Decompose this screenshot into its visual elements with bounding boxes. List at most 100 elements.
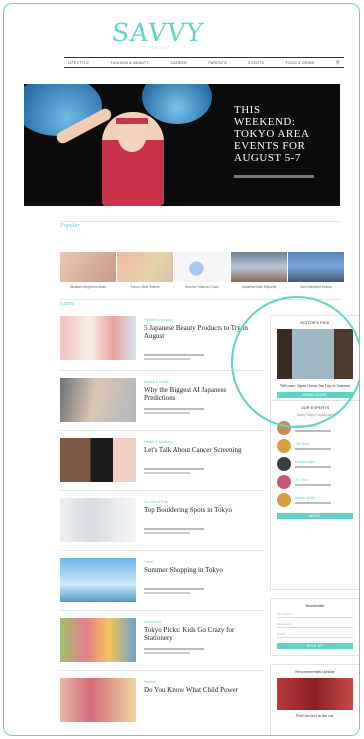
article-category[interactable]: Travel bbox=[144, 560, 154, 564]
popular-thumb bbox=[231, 252, 287, 282]
article-thumb bbox=[60, 558, 136, 602]
expert-item[interactable]: Tim Ward bbox=[277, 439, 353, 453]
site-logo[interactable]: SAVVY TOKYO bbox=[110, 18, 206, 54]
logo-text: SAVVY bbox=[110, 18, 206, 47]
article-date bbox=[144, 592, 190, 594]
newsletter-signup-button[interactable]: SIGN UP bbox=[277, 643, 353, 649]
avatar bbox=[277, 457, 291, 471]
article-byline bbox=[144, 528, 204, 530]
newsletter-heading: Newsletter bbox=[305, 603, 325, 608]
expert-item[interactable]: Kanako Sato bbox=[277, 457, 353, 471]
article-card[interactable]: Do, See & Play Top Bouldering Spots in T… bbox=[60, 498, 260, 550]
expert-item[interactable]: Naomi Smith bbox=[277, 493, 353, 507]
article-date bbox=[144, 412, 190, 414]
recommended-heading: Recommended Article bbox=[295, 669, 335, 674]
popular-caption: Japanese Bath Etiquette bbox=[241, 285, 277, 289]
article-byline bbox=[144, 468, 204, 470]
article-category[interactable]: Health & Wellness bbox=[144, 440, 173, 444]
recommended-image[interactable] bbox=[277, 678, 353, 710]
expert-role bbox=[295, 448, 331, 450]
nav-item-parents[interactable]: PARENTS bbox=[208, 61, 226, 65]
popular-item[interactable]: Summer Makeup Guide bbox=[174, 252, 230, 289]
article-byline bbox=[144, 354, 204, 356]
article-card[interactable]: Parents Do You Know What Child Power bbox=[60, 678, 260, 730]
avatar bbox=[277, 493, 291, 507]
article-title[interactable]: Do You Know What Child Power bbox=[144, 686, 256, 694]
expert-role bbox=[295, 484, 331, 486]
article-byline bbox=[144, 588, 204, 590]
article-byline bbox=[144, 408, 204, 410]
avatar bbox=[277, 439, 291, 453]
last-name-field[interactable]: Last Name bbox=[277, 622, 353, 628]
divider bbox=[60, 430, 264, 431]
nav-item-career[interactable]: CAREER bbox=[171, 61, 187, 65]
article-thumb bbox=[60, 498, 136, 542]
article-title[interactable]: Summer Shopping in Tokyo bbox=[144, 566, 256, 574]
article-thumb bbox=[60, 618, 136, 662]
article-date bbox=[144, 358, 190, 360]
popular-caption: Best Weekend Events bbox=[300, 285, 332, 289]
signup-label: SIGN UP bbox=[306, 644, 324, 648]
experts-box: OUR EXPERTS Savvy Tokyo Contributors Sop… bbox=[270, 400, 359, 590]
first-name-field[interactable]: First Name bbox=[277, 612, 353, 618]
article-byline bbox=[144, 648, 204, 650]
article-title[interactable]: Top Bouldering Spots in Tokyo bbox=[144, 506, 256, 514]
recommended-caption[interactable]: Find the best in the city bbox=[277, 713, 353, 718]
hero-face bbox=[118, 122, 146, 152]
article-thumb bbox=[60, 378, 136, 422]
newsletter-box: Newsletter First Name Last Name Email SI… bbox=[270, 598, 359, 656]
recommended-box: Recommended Article Find the best in the… bbox=[270, 664, 359, 735]
divider bbox=[60, 490, 264, 491]
main-nav: LIFESTYLE FASHION & BEAUTY CAREER PARENT… bbox=[64, 57, 344, 68]
article-date bbox=[144, 532, 190, 534]
highlight-circle bbox=[231, 296, 359, 428]
hero-headband bbox=[116, 118, 148, 124]
popular-item[interactable]: Tokyo's Best Sweets bbox=[117, 252, 173, 289]
hero-banner[interactable]: THIS WEEKEND: TOKYO AREA EVENTS FOR AUGU… bbox=[24, 84, 340, 206]
popular-caption: Tokyo's Best Sweets bbox=[130, 285, 160, 289]
nav-item-events[interactable]: EVENTS bbox=[248, 61, 264, 65]
expert-role bbox=[295, 430, 331, 432]
popular-item[interactable]: Best Weekend Events bbox=[288, 252, 344, 289]
nav-item-food[interactable]: FOOD & DRINK bbox=[286, 61, 315, 65]
more-experts-button[interactable]: MORE bbox=[277, 513, 353, 519]
nav-item-fashion[interactable]: FASHION & BEAUTY bbox=[111, 61, 149, 65]
expert-name: Tim Ward bbox=[295, 442, 310, 446]
expert-name: Jin Oka bbox=[295, 478, 307, 482]
nav-item-lifestyle[interactable]: LIFESTYLE bbox=[68, 61, 89, 65]
popular-caption: Mistakes Beginners Make bbox=[69, 285, 107, 289]
article-card[interactable]: Travel Summer Shopping in Tokyo bbox=[60, 558, 260, 610]
article-card[interactable]: Sponsored Tokyo Picks: Kids Go Crazy for… bbox=[60, 618, 260, 670]
article-date bbox=[144, 472, 190, 474]
popular-heading: Popular bbox=[60, 223, 80, 229]
article-card[interactable]: Fashion & Beauty 5 Japanese Beauty Produ… bbox=[60, 316, 260, 368]
article-thumb bbox=[60, 678, 136, 722]
article-category[interactable]: Sponsored bbox=[144, 620, 161, 624]
email-field[interactable]: Email bbox=[277, 632, 353, 638]
article-category[interactable]: Parents bbox=[144, 680, 156, 684]
popular-thumb bbox=[60, 252, 116, 282]
hero-meta-line bbox=[234, 175, 314, 178]
popular-thumb bbox=[174, 252, 230, 282]
popular-item[interactable]: Mistakes Beginners Make bbox=[60, 252, 116, 289]
hero-title[interactable]: THIS WEEKEND: TOKYO AREA EVENTS FOR AUGU… bbox=[234, 104, 324, 164]
search-icon[interactable]: ⚲ bbox=[336, 60, 340, 66]
divider bbox=[60, 610, 264, 611]
article-category[interactable]: Beauty & Health bbox=[144, 380, 169, 384]
browser-frame: SAVVY TOKYO LIFESTYLE FASHION & BEAUTY C… bbox=[3, 3, 360, 736]
article-card[interactable]: Health & Wellness Let's Talk About Cance… bbox=[60, 438, 260, 490]
article-title[interactable]: Let's Talk About Cancer Screening bbox=[144, 446, 256, 454]
latest-heading: Latest bbox=[60, 301, 75, 307]
expert-name: Naomi Smith bbox=[295, 496, 316, 500]
divider bbox=[60, 550, 264, 551]
article-category[interactable]: Fashion & Beauty bbox=[144, 318, 172, 322]
article-thumb bbox=[60, 438, 136, 482]
article-category[interactable]: Do, See & Play bbox=[144, 500, 168, 504]
expert-role bbox=[295, 466, 331, 468]
popular-thumb bbox=[288, 252, 344, 282]
expert-item[interactable]: Jin Oka bbox=[277, 475, 353, 489]
article-title[interactable]: Tokyo Picks: Kids Go Crazy for Stationer… bbox=[144, 626, 256, 642]
article-thumb bbox=[60, 316, 136, 360]
article-card[interactable]: Beauty & Health Why the Biggest AI Japan… bbox=[60, 378, 260, 430]
popular-item[interactable]: Japanese Bath Etiquette bbox=[231, 252, 287, 289]
